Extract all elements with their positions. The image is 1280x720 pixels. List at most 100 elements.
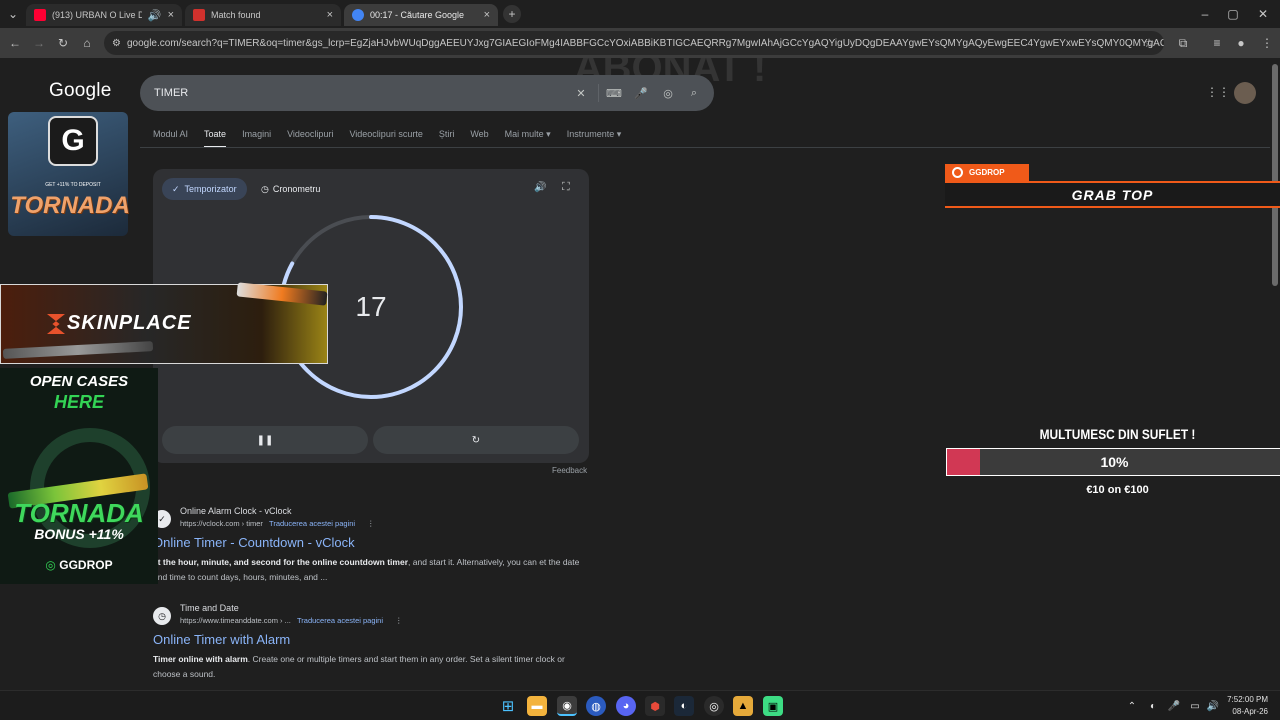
ggdrop-logo-icon: G [48, 116, 98, 166]
pause-button[interactable]: ❚❚ [162, 426, 368, 454]
reset-button[interactable]: ↻ [373, 426, 579, 454]
maximize-icon[interactable]: ▢ [1224, 5, 1242, 23]
home-icon[interactable]: ⌂ [78, 34, 96, 52]
translate-link[interactable]: Traducerea acestei pagini [269, 519, 355, 528]
tab-google-search[interactable]: 00:17 - Căutare Google × [344, 4, 498, 26]
tab-videos[interactable]: Videoclipuri [287, 128, 333, 148]
tab-web[interactable]: Web [470, 128, 488, 148]
tab-short-videos[interactable]: Videoclipuri scurte [349, 128, 422, 148]
timer-mode-label: Temporizator [184, 184, 237, 194]
lens-icon[interactable]: ◎ [660, 85, 676, 101]
tray-overflow-icon[interactable]: ⌃ [1125, 699, 1139, 713]
donation-goal: MULTUMESC DIN SUFLET ! 10% €10 on €100 [945, 426, 1280, 506]
tab-search-chevron-icon[interactable]: ⌄ [4, 5, 22, 23]
steam-tray-icon[interactable]: ◐ [1146, 699, 1160, 713]
microphone-tray-icon[interactable]: 🎤 [1167, 699, 1181, 713]
back-icon[interactable]: ← [6, 34, 24, 52]
volume-icon[interactable]: 🔊 [1206, 699, 1220, 713]
tab-more[interactable]: Mai multe ▾ [505, 128, 551, 148]
open-cases-ad: OPEN CASES HERE TORNADA BONUS +11% ◎ GGD… [0, 368, 158, 584]
more-options-icon[interactable]: ⋮ [367, 519, 375, 528]
snippet-highlight: Timer online with alarm [153, 654, 248, 664]
tab-ai-mode[interactable]: Modul AI [153, 128, 188, 148]
profile-icon[interactable]: ● [1232, 34, 1250, 52]
browser-globe-icon[interactable]: ◍ [586, 696, 606, 716]
file-explorer-icon[interactable]: ▬ [527, 696, 547, 716]
deposit-bonus-text: GET +11% TO DEPOSIT [45, 182, 101, 188]
more-options-icon[interactable]: ⋮ [395, 616, 403, 625]
avatar[interactable] [1234, 82, 1256, 104]
reload-icon[interactable]: ↻ [54, 34, 72, 52]
search-icon[interactable]: ⌕ [686, 85, 702, 101]
timer-mode-button[interactable]: ✓ Temporizator [162, 178, 247, 200]
app-icon[interactable]: ▣ [763, 696, 783, 716]
reset-icon: ↻ [471, 434, 481, 446]
translate-link[interactable]: Traducerea acestei pagini [297, 616, 383, 625]
ggdrop-logo-icon: ◎ [45, 558, 60, 572]
tab-images[interactable]: Imagini [242, 128, 271, 148]
search-results-page: ABONAT ! Google TIMER ✕ ⌨ 🎤 ◎ ⌕ ⋮⋮ Modul… [0, 58, 1280, 690]
timer-value: 17 [355, 291, 387, 322]
stopwatch-mode-button[interactable]: ◷ Cronometru [261, 178, 320, 200]
faceit-icon[interactable]: ⬢ [645, 696, 665, 716]
result-url-text[interactable]: https://vclock.com › timer [180, 519, 263, 528]
app-icon[interactable]: ▲ [733, 696, 753, 716]
sound-icon[interactable]: 🔊 [534, 182, 546, 193]
steam-icon[interactable]: ◐ [674, 696, 694, 716]
result-url: https://vclock.com › timer Traducerea ac… [180, 519, 375, 528]
ggdrop-brand-text: GGDROP [59, 558, 113, 572]
ggdrop-brand: ◎ GGDROP [0, 558, 158, 572]
bookmark-star-icon[interactable]: ☆ [1140, 34, 1158, 52]
timeanddate-icon: ◷ [153, 607, 171, 625]
media-control-icon[interactable]: ≡ [1208, 34, 1226, 52]
feedback-link[interactable]: Feedback [552, 466, 587, 475]
youtube-icon [34, 9, 46, 21]
microphone-icon[interactable]: 🎤 [633, 85, 649, 101]
apps-grid-icon[interactable]: ⋮⋮ [1206, 85, 1230, 101]
url-text: google.com/search?q=TIMER&oq=timer&gs_lc… [126, 37, 1164, 49]
address-bar[interactable]: ⚙ google.com/search?q=TIMER&oq=timer&gs_… [104, 31, 1164, 55]
chrome-icon[interactable]: ◉ [557, 696, 577, 716]
close-icon[interactable]: × [168, 9, 174, 21]
close-icon[interactable]: × [484, 9, 490, 21]
close-window-icon[interactable]: ✕ [1254, 5, 1272, 23]
clock-time[interactable]: 7:52:00 PM [1227, 695, 1268, 704]
tab-all[interactable]: Toate [204, 128, 227, 148]
minimize-icon[interactable]: – [1196, 5, 1214, 23]
tab-news[interactable]: Știri [439, 128, 455, 148]
fullscreen-icon[interactable]: ⛶ [562, 181, 570, 194]
search-divider [598, 84, 599, 102]
clear-icon[interactable]: ✕ [573, 85, 589, 101]
discord-icon[interactable]: ◕ [616, 696, 636, 716]
forward-icon[interactable]: → [30, 34, 48, 52]
snippet-highlight: et the hour, minute, and second for the … [153, 557, 409, 567]
clock-date[interactable]: 08-Apr-26 [1232, 707, 1268, 716]
obs-icon[interactable]: ◎ [704, 696, 724, 716]
check-icon: ✓ [172, 183, 180, 194]
result-title[interactable]: Online Timer with Alarm [153, 632, 290, 647]
page-scrollbar[interactable] [1270, 58, 1280, 690]
nav-divider [140, 147, 1270, 148]
start-icon[interactable]: ⊞ [498, 696, 518, 716]
keyboard-icon[interactable]: ⌨ [606, 85, 622, 101]
search-input[interactable]: TIMER [140, 75, 714, 111]
bonus-text: BONUS +11% [34, 526, 124, 542]
result-snippet: et the hour, minute, and second for the … [153, 555, 593, 585]
tab-tools[interactable]: Instrumente ▾ [567, 128, 622, 148]
audio-icon[interactable]: 🔊 [148, 9, 162, 22]
google-logo[interactable]: Google [49, 80, 111, 102]
donation-amount: €10 on €100 [1086, 484, 1149, 496]
tab-youtube[interactable]: (913) URBAN O Live DJ Set 🔊 × [26, 4, 182, 26]
tab-title: (913) URBAN O Live DJ Set [52, 10, 142, 20]
result-url-text[interactable]: https://www.timeanddate.com › ... [180, 616, 291, 625]
tab-title: Match found [211, 10, 261, 20]
tab-match-found[interactable]: Match found × [185, 4, 341, 26]
close-icon[interactable]: × [327, 9, 333, 21]
site-info-icon[interactable]: ⚙ [112, 38, 121, 49]
new-tab-button[interactable]: + [503, 5, 521, 23]
menu-icon[interactable]: ⋮ [1258, 34, 1276, 52]
result-title[interactable]: Online Timer - Countdown - vClock [153, 535, 355, 550]
extensions-icon[interactable]: ⧉ [1174, 34, 1192, 52]
ggdrop-tag-text: GGDROP [969, 168, 1005, 177]
network-icon[interactable]: ▭ [1188, 699, 1202, 713]
